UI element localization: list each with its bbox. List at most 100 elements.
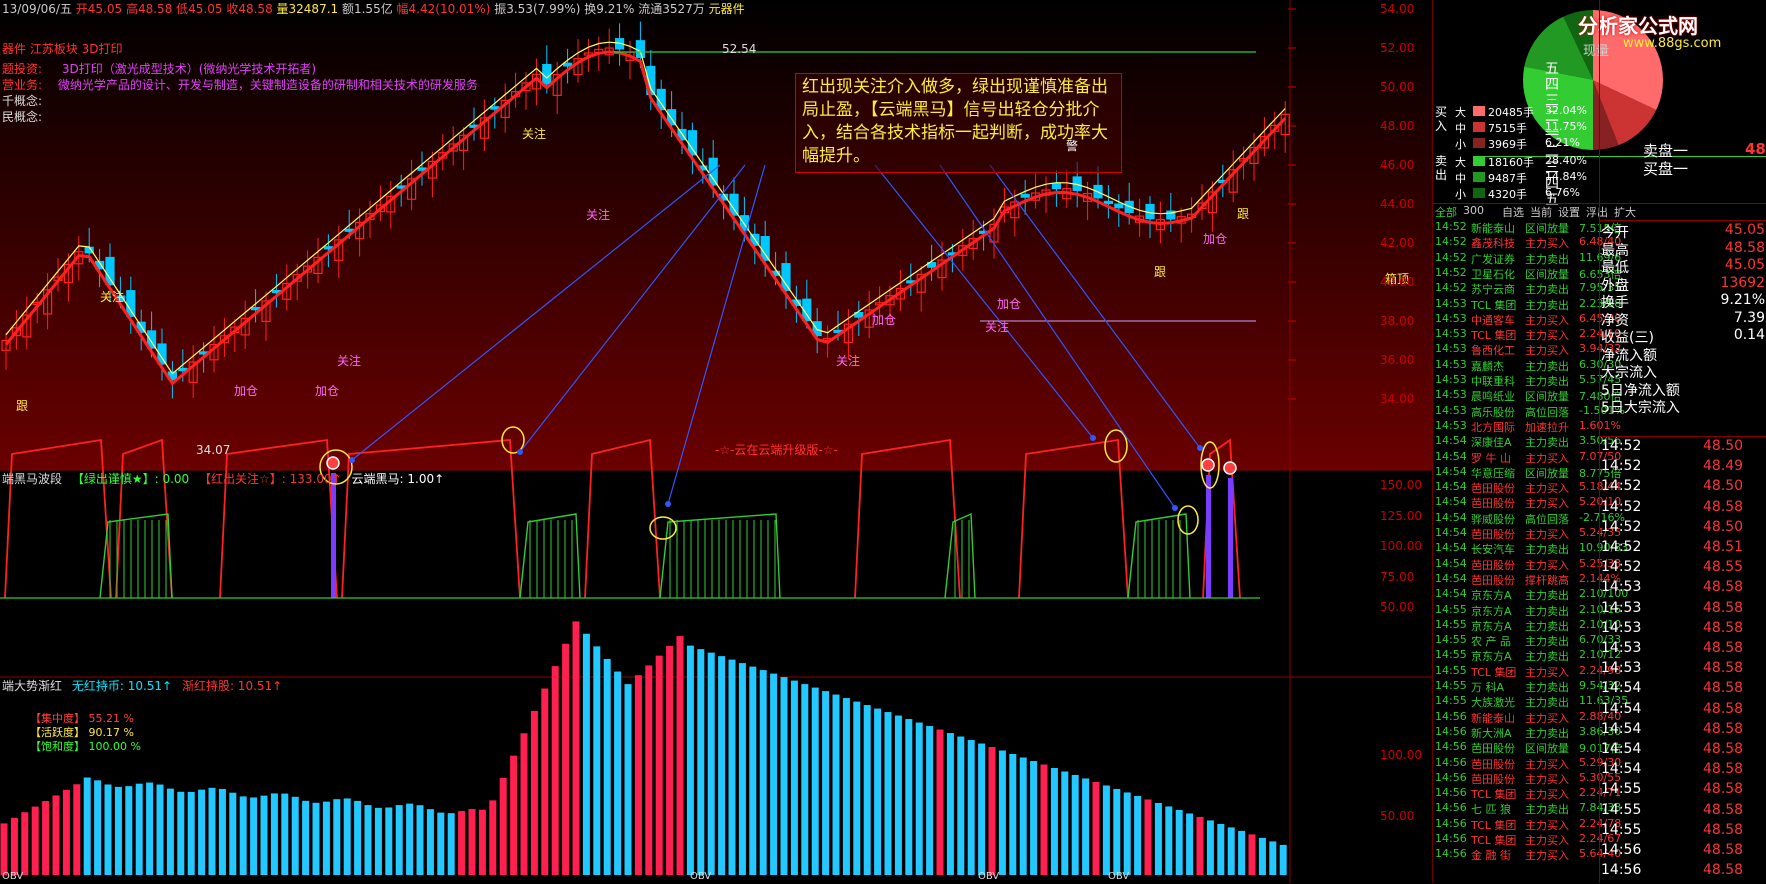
site-logo: 分析家公式网 www.88gs.com: [1528, 6, 1766, 56]
quote-volume: 量32487.1: [276, 2, 339, 16]
distribution-bar: [229, 792, 237, 875]
radar-time: 14:55: [1435, 648, 1467, 662]
candle-body: [1114, 203, 1124, 209]
tick-time: 14:52: [1601, 438, 1642, 454]
distribution-bar: [832, 694, 840, 875]
radar-stock-name: 罗 牛 山: [1471, 451, 1511, 465]
y-tick-label: 52.00: [1380, 41, 1415, 55]
distribution-bar: [489, 800, 497, 875]
distribution-bar: [686, 645, 694, 875]
radar-event-type: 主力买入: [1525, 711, 1569, 725]
radar-stock-name: 京东方A: [1471, 589, 1512, 603]
distribution-bar: [603, 658, 611, 875]
topic-value: 3D打印（激光成型技术）(微纳光学技术开拓者): [61, 62, 317, 76]
distribution-bar: [1134, 795, 1142, 875]
radar-stock-name: 鲁西化工: [1471, 344, 1515, 358]
distribution-bar: [166, 788, 174, 875]
distribution-bar: [853, 701, 861, 875]
radar-tab[interactable]: 设置: [1558, 204, 1580, 220]
flow-volume: 7515手: [1488, 122, 1527, 135]
tick-time: 14:54: [1601, 761, 1642, 778]
stat-concentration-value: 55.21 %: [88, 712, 134, 725]
radar-stock-name: 晨鸣纸业: [1471, 390, 1515, 404]
distribution-bar: [83, 777, 91, 875]
radar-time: 14:53: [1435, 388, 1467, 402]
panel-divider: [1433, 203, 1766, 204]
radar-time: 14:54: [1435, 571, 1467, 585]
obv-label: OBV: [978, 871, 1000, 882]
chart-area[interactable]: 13/09/06/五 开45.05 高48.58 低45.05 收48.58 量…: [0, 0, 1432, 883]
band-green-line: [519, 513, 581, 599]
tick-price: 48.58: [1703, 761, 1744, 778]
radar-stock-name: 七 匹 狼: [1471, 803, 1511, 817]
horse-signal-bar: [1228, 478, 1233, 598]
indicator2-blue-label: 无红持币: 10.51↑: [71, 679, 173, 693]
tick-time: 14:55: [1601, 801, 1642, 818]
flow-percent: 32.04%: [1545, 104, 1587, 117]
radar-tab[interactable]: 扩大: [1614, 204, 1636, 220]
distribution-bar: [1269, 841, 1277, 875]
stat-value: 48.58: [1724, 239, 1765, 256]
horse-signal-bar: [1206, 475, 1211, 598]
radar-time: 14:55: [1435, 633, 1467, 647]
signal-label: 跟: [1154, 265, 1167, 279]
radar-time: 14:56: [1435, 801, 1467, 815]
strategy-annotation: 红出现关注介入做多，绿出现谨慎准备出局止盈，【云端黑马】信号出轻仓分批介入，结合…: [795, 73, 1122, 173]
distribution-bar: [1061, 771, 1069, 875]
flow-volume: 9487手: [1488, 172, 1527, 185]
order-status: 现量: [1583, 44, 1610, 59]
radar-stock-name: 芭田股份: [1471, 558, 1515, 572]
radar-tab[interactable]: 自选: [1502, 204, 1524, 220]
stat-value: 45.05: [1724, 222, 1765, 238]
quote-open: 开45.05: [75, 2, 123, 16]
distribution-bar: [666, 645, 674, 875]
flow-swatch: [1473, 138, 1485, 148]
radar-time: 14:53: [1435, 342, 1467, 356]
distribution-bar: [842, 698, 850, 875]
tick-price: 48.58: [1703, 741, 1744, 757]
radar-stock-name: 京东方A: [1471, 604, 1512, 618]
flow-percent: 11.75%: [1545, 120, 1587, 133]
candle-body: [708, 157, 718, 186]
candle-body: [1103, 200, 1114, 204]
radar-stock-name: 芭田股份: [1471, 497, 1515, 511]
radar-stock-name: TCL 集团: [1471, 329, 1517, 343]
y-tick-label: 44.00: [1380, 197, 1415, 211]
candle-body: [687, 130, 698, 156]
y-tick-label: 100.00: [1380, 539, 1422, 553]
radar-event-type: 主力买入: [1525, 329, 1569, 343]
distribution-bar: [426, 809, 434, 875]
distribution-bar: [957, 736, 965, 875]
distribution-bar: [624, 684, 632, 875]
quote-turnover: 换9.21%: [584, 2, 635, 16]
y-tick-label: 100.00: [1380, 748, 1422, 762]
radar-tab[interactable]: 全部: [1435, 204, 1457, 220]
radar-stock-name: 华意压缩: [1471, 466, 1515, 480]
y-tick-label: 40.00: [1380, 275, 1415, 289]
distribution-bar: [250, 797, 258, 875]
distribution-bar: [863, 705, 871, 875]
radar-tab[interactable]: 当前: [1530, 204, 1552, 220]
distribution-bar: [884, 712, 892, 875]
radar-tab[interactable]: 浮出: [1586, 204, 1608, 220]
quote-change: 幅4.42(10.01%): [396, 2, 491, 16]
distribution-bar: [218, 788, 226, 875]
radar-time: 14:56: [1435, 847, 1467, 861]
tick-price: 48.55: [1703, 559, 1744, 576]
distribution-bar: [894, 715, 902, 875]
distribution-bar: [333, 799, 341, 875]
radar-time: 14:56: [1435, 709, 1467, 723]
buy-flow-header: 买入: [1435, 105, 1448, 133]
radar-tab[interactable]: 300: [1463, 204, 1484, 217]
obv-label: OBV: [1108, 871, 1130, 882]
business-row: 营业务: 微纳光学产品的设计、开发与制造，关键制造设备的研制和相关技术的研发服务: [2, 76, 478, 93]
distribution-bar: [291, 796, 299, 875]
distribution-bar: [1196, 816, 1204, 875]
buy-one-label: 买盘一: [1643, 160, 1689, 178]
distribution-bar: [343, 798, 351, 875]
tick-price: 48.58: [1703, 801, 1744, 818]
tick-time: 14:53: [1601, 660, 1642, 677]
radar-event-type: 主力卖出: [1525, 619, 1569, 633]
candle-body: [1020, 193, 1030, 198]
chart-canvas[interactable]: [0, 0, 1432, 883]
